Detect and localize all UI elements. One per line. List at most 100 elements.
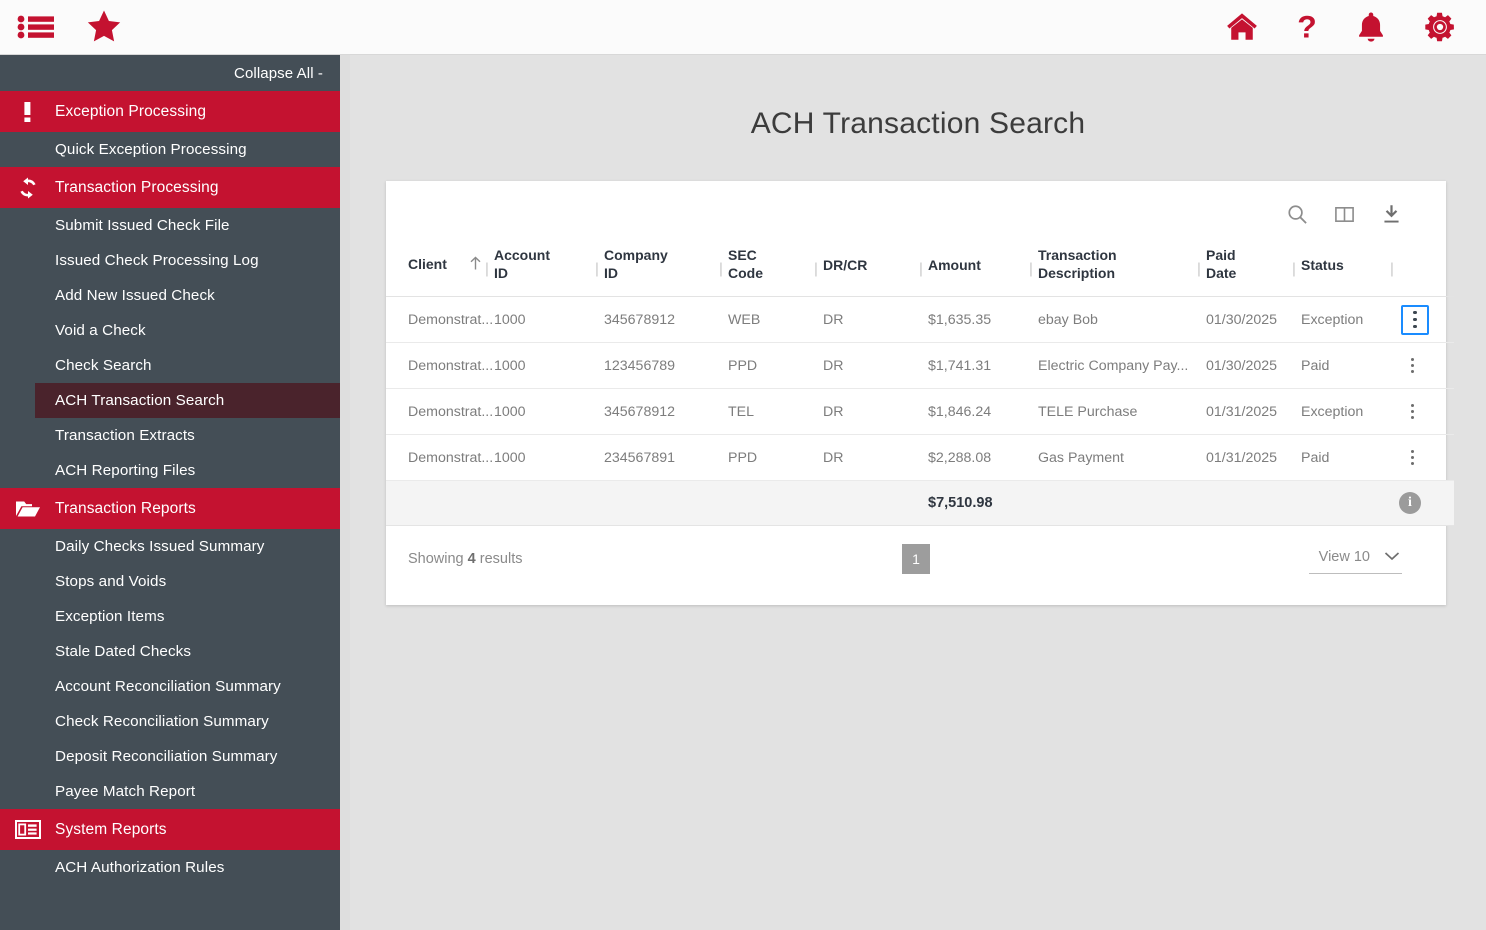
sidebar-group-label: Transaction Processing: [55, 178, 219, 196]
column-header-sec-code[interactable]: | SEC Code: [719, 241, 823, 297]
column-divider: |: [919, 260, 923, 277]
columns-icon[interactable]: [1334, 204, 1355, 230]
column-label: Company: [604, 247, 668, 263]
question-mark-icon[interactable]: ?: [1294, 10, 1320, 44]
column-label-2: Code: [728, 264, 763, 281]
sidebar-group-exception-processing[interactable]: Exception Processing: [0, 91, 340, 132]
search-icon[interactable]: [1287, 204, 1308, 230]
column-header-company-id[interactable]: | Company ID: [595, 241, 728, 297]
sidebar-item-issued-check-processing-log[interactable]: Issued Check Processing Log: [0, 243, 340, 278]
sidebar-item-quick-exception-processing[interactable]: Quick Exception Processing: [0, 132, 340, 167]
cell-company-id: 345678912: [604, 388, 728, 435]
sidebar-item-check-reconciliation-summary[interactable]: Check Reconciliation Summary: [0, 704, 340, 739]
cell-account-id: 1000: [494, 388, 604, 435]
sidebar-item-label: Check Reconciliation Summary: [55, 713, 269, 730]
sidebar-item-stale-dated-checks[interactable]: Stale Dated Checks: [0, 634, 340, 669]
cell-company-id: 234567891: [604, 434, 728, 481]
page-size-label: View 10: [1318, 548, 1370, 565]
gear-icon[interactable]: [1422, 9, 1458, 45]
page-button-1[interactable]: 1: [902, 544, 930, 574]
sidebar-item-exception-items[interactable]: Exception Items: [0, 599, 340, 634]
column-header-transaction-description[interactable]: | Transaction Description: [1029, 241, 1206, 297]
sidebar-item-label: ACH Authorization Rules: [55, 859, 225, 876]
cell-actions: [1399, 296, 1454, 343]
cell-description: Electric Company Pay...: [1038, 342, 1206, 389]
cell-status: Paid: [1301, 434, 1399, 481]
sidebar-item-add-new-issued-check[interactable]: Add New Issued Check: [0, 278, 340, 313]
collapse-all-button[interactable]: Collapse All -: [0, 55, 340, 91]
sidebar-item-transaction-extracts[interactable]: Transaction Extracts: [0, 418, 340, 453]
sidebar-item-daily-checks-issued-summary[interactable]: Daily Checks Issued Summary: [0, 529, 340, 564]
sidebar-scrollbar[interactable]: [340, 55, 350, 930]
exclamation-icon: [0, 100, 55, 124]
sidebar-item-stops-and-voids[interactable]: Stops and Voids: [0, 564, 340, 599]
sidebar-group-system-reports[interactable]: System Reports: [0, 809, 340, 850]
column-header-account-id[interactable]: | Account ID: [485, 241, 604, 297]
sidebar-item-void-a-check[interactable]: Void a Check: [0, 313, 340, 348]
cell-description: Gas Payment: [1038, 434, 1206, 481]
chevron-down-icon: [1384, 549, 1400, 565]
app-root: ? Collapse All - Exception Processing Qu…: [0, 0, 1486, 930]
column-header-client[interactable]: Client: [386, 241, 494, 297]
home-icon[interactable]: [1224, 10, 1260, 44]
sidebar-group-label: System Reports: [55, 820, 167, 838]
cell-company-id: 345678912: [604, 296, 728, 343]
row-actions-menu-button[interactable]: [1401, 399, 1423, 425]
cell-actions: [1399, 342, 1454, 389]
sidebar-item-submit-issued-check-file[interactable]: Submit Issued Check File: [0, 208, 340, 243]
info-icon[interactable]: i: [1399, 492, 1421, 514]
sidebar-item-label: ACH Transaction Search: [55, 392, 225, 409]
column-header-paid-date[interactable]: | Paid Date: [1197, 241, 1301, 297]
sidebar-item-label: Void a Check: [55, 322, 146, 339]
sort-ascending-icon[interactable]: [469, 256, 482, 274]
sidebar-item-ach-transaction-search[interactable]: ACH Transaction Search: [0, 383, 340, 418]
sidebar-group-transaction-processing[interactable]: Transaction Processing: [0, 167, 340, 208]
table-row[interactable]: Demonstrat... 1000 234567891 PPD DR $2,2…: [386, 434, 1454, 481]
svg-text:?: ?: [1297, 10, 1316, 44]
table-row[interactable]: Demonstrat... 1000 123456789 PPD DR $1,7…: [386, 342, 1454, 389]
cell-paid-date: 01/31/2025: [1206, 434, 1301, 481]
column-divider: |: [485, 260, 489, 277]
download-icon[interactable]: [1381, 204, 1402, 230]
column-label-2: ID: [604, 264, 618, 281]
row-actions-menu-button[interactable]: [1401, 445, 1423, 471]
main-content: ACH Transaction Search Client | Account …: [350, 55, 1486, 930]
table-total-row: $7,510.98 i: [386, 480, 1454, 526]
sidebar-item-ach-authorization-rules[interactable]: ACH Authorization Rules: [0, 850, 340, 885]
folder-open-icon: [0, 498, 55, 520]
sidebar-item-check-search[interactable]: Check Search: [0, 348, 340, 383]
results-card: Client | Account ID | Company ID | SEC C…: [386, 181, 1454, 605]
sidebar-item-label: Check Search: [55, 357, 152, 374]
page-size-select[interactable]: View 10: [1308, 545, 1402, 574]
pagination: 1: [902, 544, 930, 574]
showing-suffix: results: [475, 551, 523, 567]
table-row[interactable]: Demonstrat... 1000 345678912 TEL DR $1,8…: [386, 388, 1454, 435]
cell-status: Exception: [1301, 296, 1399, 343]
sidebar-item-label: Account Reconciliation Summary: [55, 678, 281, 695]
sidebar-item-account-reconciliation-summary[interactable]: Account Reconciliation Summary: [0, 669, 340, 704]
star-icon[interactable]: [84, 8, 124, 46]
cell-account-id: 1000: [494, 342, 604, 389]
list-menu-icon[interactable]: [16, 12, 56, 42]
column-label: SEC: [728, 247, 757, 263]
row-actions-menu-button[interactable]: [1401, 304, 1429, 335]
sidebar-item-deposit-reconciliation-summary[interactable]: Deposit Reconciliation Summary: [0, 739, 340, 774]
column-header-status[interactable]: | Status: [1292, 241, 1399, 297]
showing-prefix: Showing: [408, 551, 468, 567]
sidebar-group-transaction-reports[interactable]: Transaction Reports: [0, 488, 340, 529]
table-header-row: Client | Account ID | Company ID | SEC C…: [386, 241, 1454, 297]
total-spacer-right: [1038, 480, 1399, 526]
sidebar-item-payee-match-report[interactable]: Payee Match Report: [0, 774, 340, 809]
row-actions-menu-button[interactable]: [1401, 353, 1423, 379]
refresh-icon: [0, 176, 55, 200]
cell-company-id: 123456789: [604, 342, 728, 389]
column-header-dr-cr[interactable]: | DR/CR: [814, 241, 928, 297]
results-count: Showing 4 results: [408, 551, 522, 567]
sidebar-item-ach-reporting-files[interactable]: ACH Reporting Files: [0, 453, 340, 488]
table-row[interactable]: Demonstrat... 1000 345678912 WEB DR $1,6…: [386, 296, 1454, 343]
column-label: Status: [1301, 256, 1344, 273]
column-header-amount[interactable]: | Amount: [919, 241, 1038, 297]
cell-description: TELE Purchase: [1038, 388, 1206, 435]
cell-amount: $1,741.31: [928, 342, 1038, 389]
bell-icon[interactable]: [1354, 10, 1388, 44]
